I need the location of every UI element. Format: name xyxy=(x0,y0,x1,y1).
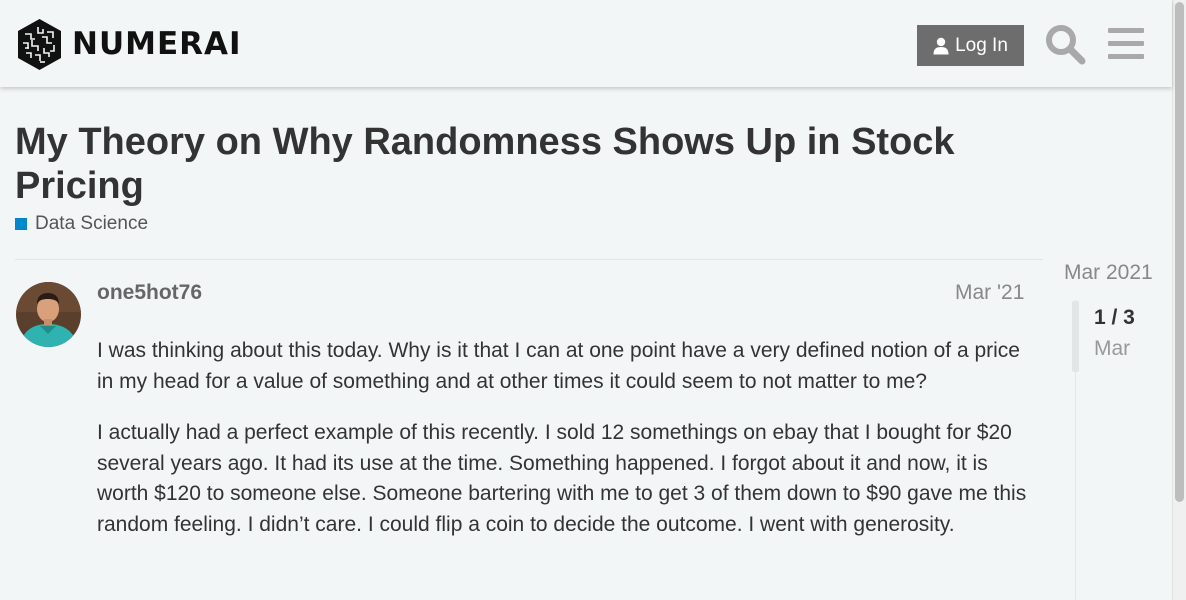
topic-divider xyxy=(15,259,1043,260)
post-paragraph: I was thinking about this today. Why is … xyxy=(97,339,1020,393)
post-author-username[interactable]: one5hot76 xyxy=(97,281,202,305)
login-button-label: Log In xyxy=(955,34,1008,56)
post-date[interactable]: Mar '21 xyxy=(955,281,1024,305)
avatar[interactable] xyxy=(16,282,81,347)
category-badge[interactable]: Data Science xyxy=(15,213,148,235)
logo-wordmark: NUMERAI xyxy=(72,26,242,62)
search-icon[interactable] xyxy=(1044,23,1086,65)
timeline-scroll-handle[interactable] xyxy=(1072,301,1079,372)
user-avatar-image xyxy=(16,282,81,347)
login-button[interactable]: Log In xyxy=(917,25,1024,66)
site-header: NUMERAI Log In xyxy=(0,0,1172,87)
post-body: I was thinking about this today. Why is … xyxy=(97,336,1032,561)
category-color-swatch xyxy=(15,218,27,230)
numerai-logo-icon xyxy=(18,19,61,70)
timeline-post-position: 1 / 3 xyxy=(1094,306,1135,329)
timeline-start-date[interactable]: Mar 2021 xyxy=(1064,261,1153,285)
page-scrollbar[interactable] xyxy=(1172,0,1186,600)
post-paragraph: I actually had a perfect example of this… xyxy=(97,421,1027,536)
scrollbar-thumb[interactable] xyxy=(1175,2,1184,502)
user-icon xyxy=(933,37,949,54)
category-name: Data Science xyxy=(35,213,149,234)
hamburger-menu-icon[interactable] xyxy=(1107,26,1145,62)
site-logo[interactable]: NUMERAI xyxy=(16,18,242,71)
topic-title[interactable]: My Theory on Why Randomness Shows Up in … xyxy=(15,120,1015,208)
timeline-position-date: Mar xyxy=(1094,337,1131,360)
